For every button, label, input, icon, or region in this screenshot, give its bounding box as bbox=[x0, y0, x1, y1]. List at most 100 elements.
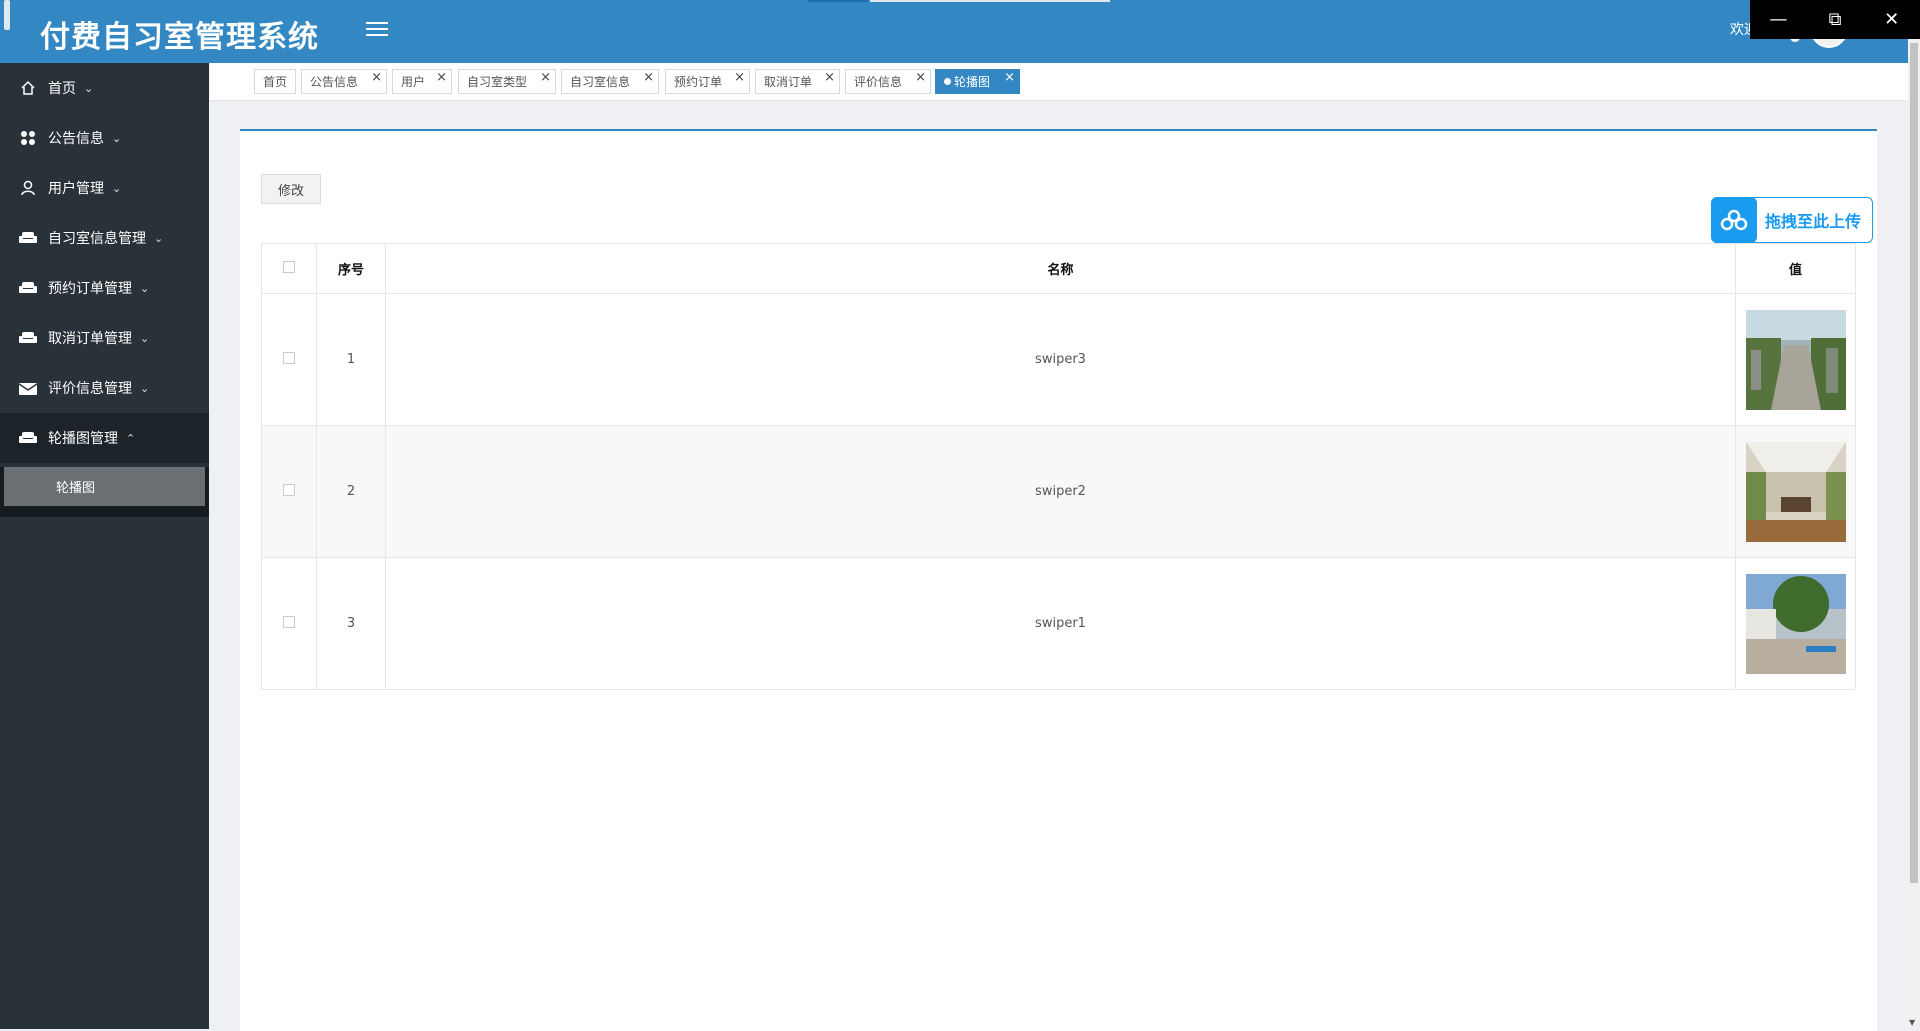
sidebar-submenu: 轮播图 bbox=[0, 467, 209, 517]
minimize-icon[interactable]: — bbox=[1750, 0, 1807, 39]
sidebar-item-label: 自习室信息管理 bbox=[48, 231, 146, 247]
close-icon[interactable]: × bbox=[734, 70, 745, 85]
tab-notice[interactable]: 公告信息 × bbox=[301, 69, 387, 94]
sidebar: 首页 ⌄ 公告信息 ⌄ 用户管理 ⌄ 自习室信息管理 ⌄ 预约订单管理 ⌄ 取消… bbox=[0, 63, 209, 1029]
sidebar-item-room-info[interactable]: 自习室信息管理 ⌄ bbox=[0, 213, 209, 263]
tab-cancel[interactable]: 取消订单 × bbox=[755, 69, 840, 94]
browser-tab-indicator bbox=[808, 0, 868, 2]
sidebar-item-cancel[interactable]: 取消订单管理 ⌄ bbox=[0, 313, 209, 363]
tab-room-type[interactable]: 自习室类型 × bbox=[458, 69, 556, 94]
tab-label: 轮播图 bbox=[954, 75, 991, 89]
close-icon[interactable]: × bbox=[371, 70, 382, 85]
tab-review[interactable]: 评价信息 × bbox=[845, 69, 931, 94]
close-icon[interactable]: × bbox=[824, 70, 835, 85]
row-checkbox[interactable] bbox=[283, 615, 295, 628]
sidebar-item-carousel[interactable]: 轮播图管理 ⌃ bbox=[0, 413, 209, 463]
select-all-checkbox[interactable] bbox=[283, 260, 295, 273]
close-icon[interactable]: × bbox=[643, 70, 654, 85]
top-header: 付费自习室管理系统 欢迎 bbox=[0, 0, 1920, 63]
tab-user[interactable]: 用户 × bbox=[392, 69, 452, 94]
tab-label: 用户 bbox=[401, 75, 426, 89]
sidebar-item-label: 评价信息管理 bbox=[48, 381, 132, 397]
mail-icon bbox=[18, 378, 38, 398]
tab-room-info[interactable]: 自习室信息 × bbox=[561, 69, 659, 94]
carousel-table: 序号 名称 值 1 swiper3 2 swiper2 3 swiper1 bbox=[261, 243, 1856, 690]
chevron-down-icon: ⌄ bbox=[154, 231, 164, 245]
scroll-down-icon[interactable]: ▼ bbox=[1909, 1018, 1915, 1027]
grid-icon bbox=[18, 128, 38, 148]
sidebar-item-booking[interactable]: 预约订单管理 ⌄ bbox=[0, 263, 209, 313]
close-icon[interactable]: × bbox=[1004, 70, 1015, 85]
table-row[interactable]: 1 swiper3 bbox=[261, 293, 1856, 426]
vertical-scrollbar[interactable]: ▼ bbox=[1908, 39, 1920, 1029]
row-index: 2 bbox=[316, 425, 386, 558]
app-title: 付费自习室管理系统 bbox=[40, 20, 319, 55]
sidebar-item-users[interactable]: 用户管理 ⌄ bbox=[0, 163, 209, 213]
street-photo[interactable] bbox=[1745, 309, 1846, 410]
chevron-down-icon: ⌄ bbox=[84, 81, 94, 95]
row-name: swiper2 bbox=[385, 425, 1736, 558]
column-header-index: 序号 bbox=[316, 243, 386, 294]
sidebar-item-review[interactable]: 评价信息管理 ⌄ bbox=[0, 363, 209, 413]
row-value-cell bbox=[1735, 557, 1856, 690]
drag-upload-button[interactable]: 拖拽至此上传 bbox=[1711, 197, 1873, 243]
row-value-cell bbox=[1735, 425, 1856, 558]
scrollbar-thumb[interactable] bbox=[1910, 43, 1918, 883]
sunroom-photo[interactable] bbox=[1745, 441, 1846, 542]
sofa-icon bbox=[18, 278, 38, 298]
row-select-cell bbox=[261, 557, 317, 690]
row-checkbox[interactable] bbox=[283, 351, 295, 364]
close-icon[interactable]: ✕ bbox=[1863, 0, 1920, 39]
tab-booking[interactable]: 预约订单 × bbox=[665, 69, 750, 94]
window-controls: — ⧉ ✕ bbox=[1750, 0, 1920, 39]
tab-label: 首页 bbox=[263, 75, 288, 89]
sidebar-item-label: 轮播图管理 bbox=[48, 431, 118, 447]
row-value-cell bbox=[1735, 293, 1856, 426]
chevron-down-icon: ⌄ bbox=[112, 131, 122, 145]
tab-home[interactable]: 首页 bbox=[254, 69, 296, 94]
tab-label: 自习室类型 bbox=[467, 75, 528, 89]
tab-carousel[interactable]: 轮播图 × bbox=[935, 69, 1020, 94]
chevron-up-icon: ⌃ bbox=[126, 431, 136, 445]
tab-label: 公告信息 bbox=[310, 75, 359, 89]
content-card: 修改 序号 名称 值 1 swiper3 2 swiper2 3 swiper1 bbox=[240, 129, 1877, 1031]
row-name: swiper3 bbox=[385, 293, 1736, 426]
cloud-icon bbox=[1711, 197, 1757, 243]
row-select-cell bbox=[261, 425, 317, 558]
courtyard-photo[interactable] bbox=[1745, 573, 1846, 674]
sidebar-item-home[interactable]: 首页 ⌄ bbox=[0, 63, 209, 113]
chevron-down-icon: ⌄ bbox=[140, 331, 150, 345]
chevron-down-icon: ⌄ bbox=[112, 181, 122, 195]
upload-label: 拖拽至此上传 bbox=[1765, 212, 1862, 231]
row-select-cell bbox=[261, 293, 317, 426]
close-icon[interactable]: × bbox=[915, 70, 926, 85]
restore-icon[interactable]: ⧉ bbox=[1807, 0, 1864, 39]
edit-button[interactable]: 修改 bbox=[261, 174, 321, 204]
sidebar-item-notice[interactable]: 公告信息 ⌄ bbox=[0, 113, 209, 163]
tab-label: 自习室信息 bbox=[570, 75, 631, 89]
left-edge-handle bbox=[4, 0, 10, 30]
sidebar-subitem-carousel[interactable]: 轮播图 bbox=[4, 467, 205, 506]
tabs-bar: 首页 公告信息 × 用户 × 自习室类型 × 自习室信息 × 预约订单 × 取消… bbox=[210, 63, 1908, 101]
tab-label: 取消订单 bbox=[764, 75, 813, 89]
sidebar-item-label: 用户管理 bbox=[48, 181, 104, 197]
row-index: 1 bbox=[316, 293, 386, 426]
row-checkbox[interactable] bbox=[283, 483, 295, 496]
column-header-value: 值 bbox=[1735, 243, 1856, 294]
sidebar-item-label: 首页 bbox=[48, 81, 76, 97]
table-row[interactable]: 3 swiper1 bbox=[261, 557, 1856, 690]
sidebar-item-label: 公告信息 bbox=[48, 131, 104, 147]
table-header-row: 序号 名称 值 bbox=[261, 243, 1856, 294]
user-icon bbox=[18, 178, 38, 198]
table-row[interactable]: 2 swiper2 bbox=[261, 425, 1856, 558]
column-header-name: 名称 bbox=[385, 243, 1736, 294]
close-icon[interactable]: × bbox=[436, 70, 447, 85]
tab-label: 预约订单 bbox=[674, 75, 723, 89]
menu-toggle-icon[interactable] bbox=[366, 18, 388, 40]
row-name: swiper1 bbox=[385, 557, 1736, 690]
select-all-cell bbox=[261, 243, 317, 294]
home-icon bbox=[18, 78, 38, 98]
tab-label: 评价信息 bbox=[854, 75, 903, 89]
close-icon[interactable]: × bbox=[540, 70, 551, 85]
sidebar-item-label: 取消订单管理 bbox=[48, 331, 132, 347]
